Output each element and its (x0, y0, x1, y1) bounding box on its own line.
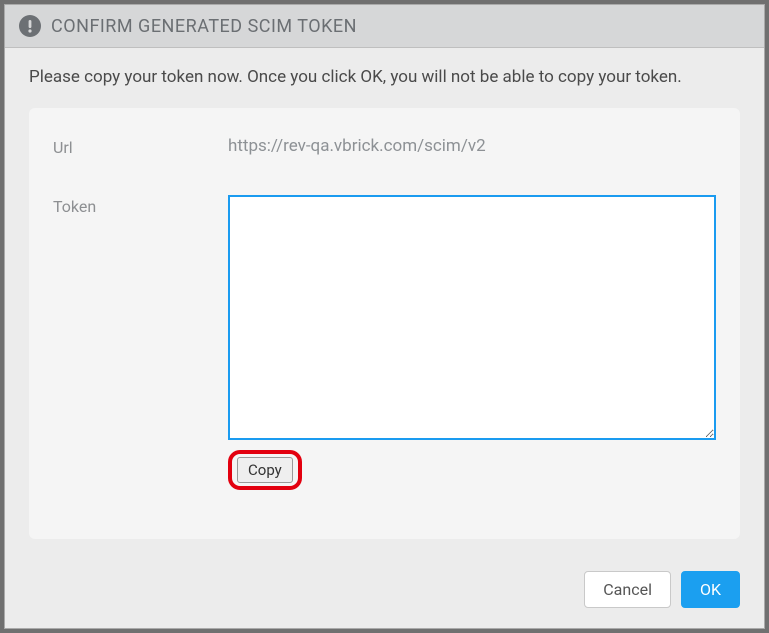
url-row: Url https://rev-qa.vbrick.com/scim/v2 (53, 136, 716, 157)
confirm-token-dialog: CONFIRM GENERATED SCIM TOKEN Please copy… (4, 4, 765, 629)
dialog-title: CONFIRM GENERATED SCIM TOKEN (51, 16, 357, 37)
token-textarea[interactable] (228, 195, 716, 440)
cancel-button[interactable]: Cancel (584, 571, 671, 608)
url-label: Url (53, 136, 228, 157)
token-row: Token (53, 195, 716, 440)
instruction-text: Please copy your token now. Once you cli… (29, 66, 740, 90)
alert-icon (19, 15, 41, 37)
dialog-footer: Cancel OK (5, 559, 764, 628)
dialog-body: Please copy your token now. Once you cli… (5, 48, 764, 559)
url-value: https://rev-qa.vbrick.com/scim/v2 (228, 136, 486, 156)
copy-highlight: Copy (228, 450, 302, 490)
copy-row: Copy (228, 450, 716, 490)
dialog-header: CONFIRM GENERATED SCIM TOKEN (5, 5, 764, 48)
copy-button[interactable]: Copy (237, 457, 293, 483)
token-panel: Url https://rev-qa.vbrick.com/scim/v2 To… (29, 108, 740, 539)
token-label: Token (53, 195, 228, 216)
ok-button[interactable]: OK (681, 571, 740, 608)
